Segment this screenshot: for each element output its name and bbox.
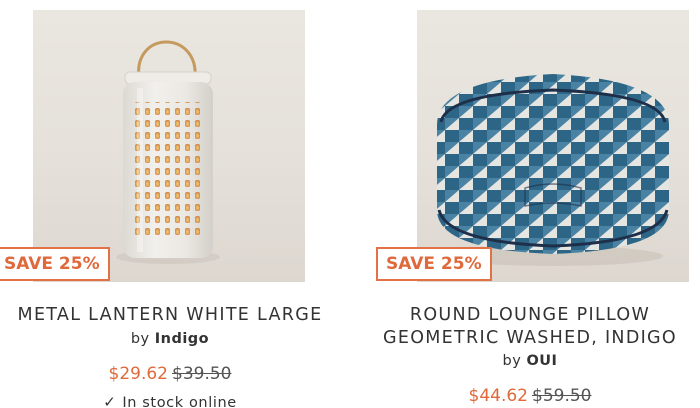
original-price: $39.50: [172, 364, 232, 384]
sale-price: $29.62: [108, 364, 168, 384]
original-price: $59.50: [532, 386, 592, 406]
lantern-illustration: [116, 40, 220, 264]
product-brand: by OUI: [360, 353, 700, 369]
discount-badge: SAVE 25%: [0, 247, 110, 281]
product-card-pouf[interactable]: SAVE 25% ROUND LOUNGE PILLOW GEOMETRIC W…: [360, 0, 700, 408]
product-title[interactable]: METAL LANTERN WHITE LARGE: [0, 305, 340, 325]
stock-status: ✓ In stock online: [0, 393, 340, 408]
stock-text: In stock online: [122, 395, 237, 408]
discount-badge: SAVE 25%: [376, 247, 492, 281]
by-label: by: [130, 331, 150, 347]
sale-price: $44.62: [468, 386, 528, 406]
check-icon: ✓: [103, 393, 117, 408]
pouf-illustration: [437, 74, 669, 266]
product-grid: SAVE 25% METAL LANTERN WHITE LARGE by In…: [0, 0, 700, 408]
product-brand: by Indigo: [0, 331, 340, 347]
price-row: $44.62 $59.50: [360, 386, 700, 406]
product-title-line2[interactable]: GEOMETRIC WASHED, INDIGO: [360, 328, 700, 348]
product-card-lantern[interactable]: SAVE 25% METAL LANTERN WHITE LARGE by In…: [0, 0, 340, 408]
product-image-lantern[interactable]: [33, 10, 305, 282]
brand-name[interactable]: OUI: [526, 353, 557, 369]
product-image-pouf[interactable]: [417, 10, 689, 282]
product-title-line1[interactable]: ROUND LOUNGE PILLOW: [360, 305, 700, 325]
price-row: $29.62 $39.50: [0, 364, 340, 384]
brand-name[interactable]: Indigo: [155, 331, 209, 347]
by-label: by: [502, 353, 522, 369]
